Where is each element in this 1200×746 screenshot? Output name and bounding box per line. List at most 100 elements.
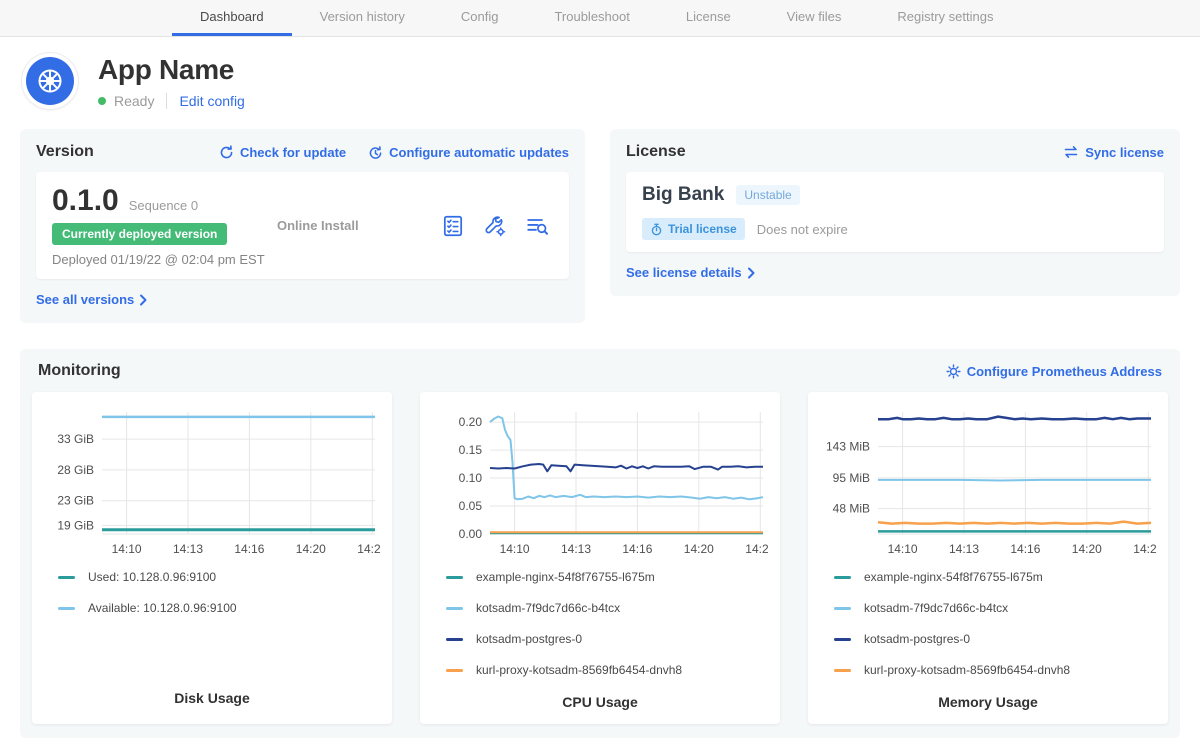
svg-text:14:13: 14:13 (949, 542, 979, 556)
license-card: License Sync license Big Bank Unstable T… (610, 129, 1180, 296)
tab-registry-settings[interactable]: Registry settings (869, 0, 1021, 36)
see-license-details-link[interactable]: See license details (626, 265, 756, 280)
svg-text:48 MiB: 48 MiB (833, 502, 870, 516)
install-type-label: Online Install (277, 218, 441, 233)
legend-item: example-nginx-54f8f76755-l675m (834, 570, 1156, 584)
see-all-versions-link[interactable]: See all versions (36, 292, 148, 307)
chart-title: Memory Usage (820, 694, 1156, 720)
legend-item: example-nginx-54f8f76755-l675m (446, 570, 768, 584)
legend-item: kotsadm-7f9dc7d66c-b4tcx (446, 601, 768, 615)
svg-text:95 MiB: 95 MiB (833, 471, 870, 485)
gear-icon (946, 364, 961, 379)
kubernetes-logo (22, 53, 78, 109)
trial-license-badge: Trial license (642, 218, 745, 240)
legend-item: kurl-proxy-kotsadm-8569fb6454-dnvh8 (446, 663, 768, 677)
preflight-checks-icon[interactable] (441, 214, 465, 238)
version-card: Version Check for update Configure autom… (20, 129, 585, 323)
chart-legend: example-nginx-54f8f76755-l675m kotsadm-7f… (432, 570, 768, 694)
tab-version-history[interactable]: Version history (292, 0, 433, 36)
svg-text:33 GiB: 33 GiB (57, 432, 94, 446)
legend-item: Used: 10.128.0.96:9100 (58, 570, 380, 584)
tab-license[interactable]: License (658, 0, 759, 36)
edit-config-tools-icon[interactable] (483, 214, 507, 238)
svg-text:0.15: 0.15 (459, 443, 483, 457)
status-label: Ready (114, 93, 154, 109)
svg-text:0.00: 0.00 (459, 527, 483, 541)
svg-text:14:16: 14:16 (1010, 542, 1040, 556)
license-heading: License (626, 143, 686, 161)
svg-text:14:20: 14:20 (296, 542, 326, 556)
svg-text:28 GiB: 28 GiB (57, 463, 94, 477)
legend-item: kotsadm-postgres-0 (446, 632, 768, 646)
page: App Name Ready Edit config Version Check… (0, 37, 1200, 738)
monitoring-section: Monitoring Configure Prometheus Address … (20, 349, 1180, 738)
cpu-usage-chart: 14:10 14:13 14:16 14:20 14:23 0.00 0.05 0.10 0.1… (420, 392, 780, 724)
svg-text:14:23: 14:23 (357, 542, 380, 556)
top-navbar: Dashboard Version history Config Troublesho… (0, 0, 1200, 37)
svg-text:0.05: 0.05 (459, 499, 483, 513)
sync-license-button[interactable]: Sync license (1063, 145, 1164, 160)
chevron-right-icon (139, 294, 148, 306)
svg-text:14:23: 14:23 (1133, 542, 1156, 556)
svg-text:14:16: 14:16 (622, 542, 652, 556)
tab-label: View files (787, 9, 842, 24)
deploy-logs-icon[interactable] (525, 214, 549, 238)
charts-row: 14:10 14:13 14:16 14:20 14:23 19 GiB 23 GiB 28 … (32, 392, 1168, 724)
status-dot (98, 97, 106, 105)
deployed-timestamp: Deployed 01/19/22 @ 02:04 pm EST (52, 252, 277, 267)
tab-troubleshoot[interactable]: Troubleshoot (526, 0, 657, 36)
check-for-update-button[interactable]: Check for update (219, 145, 346, 160)
schedule-icon (368, 145, 383, 160)
sequence-label: Sequence 0 (129, 198, 198, 213)
svg-text:0.10: 0.10 (459, 471, 483, 485)
svg-text:14:23: 14:23 (745, 542, 768, 556)
deployed-badge: Currently deployed version (52, 223, 227, 245)
divider (166, 93, 167, 109)
tab-label: Dashboard (200, 9, 264, 24)
svg-text:14:13: 14:13 (173, 542, 203, 556)
tab-label: Config (461, 9, 499, 24)
tab-view-files[interactable]: View files (759, 0, 870, 36)
svg-text:23 GiB: 23 GiB (57, 494, 94, 508)
sync-icon (1063, 145, 1079, 159)
expiry-label: Does not expire (757, 222, 848, 237)
legend-item: Available: 10.128.0.96:9100 (58, 601, 380, 615)
version-heading: Version (36, 143, 94, 161)
page-title: App Name (98, 54, 245, 86)
svg-text:14:13: 14:13 (561, 542, 591, 556)
configure-automatic-updates-button[interactable]: Configure automatic updates (368, 145, 569, 160)
legend-item: kotsadm-7f9dc7d66c-b4tcx (834, 601, 1156, 615)
tab-config[interactable]: Config (433, 0, 527, 36)
monitoring-heading: Monitoring (38, 362, 121, 380)
chart-plot[interactable]: 14:10 14:13 14:16 14:20 14:23 0.00 0.05 0.10 0.1… (432, 402, 768, 562)
chart-legend: Used: 10.128.0.96:9100 Available: 10.128.… (44, 570, 380, 632)
chevron-right-icon (747, 267, 756, 279)
channel-badge: Unstable (736, 185, 799, 205)
stopwatch-icon (650, 223, 663, 236)
tab-dashboard[interactable]: Dashboard (172, 0, 292, 36)
svg-text:14:20: 14:20 (1072, 542, 1102, 556)
chart-title: CPU Usage (432, 694, 768, 720)
legend-item: kotsadm-postgres-0 (834, 632, 1156, 646)
memory-usage-chart: 14:1014:1314:1614:2014:2348 MiB95 MiB143… (808, 392, 1168, 724)
app-header: App Name Ready Edit config (20, 37, 1180, 121)
chart-legend: example-nginx-54f8f76755-l675m kotsadm-7f… (820, 570, 1156, 694)
svg-text:14:20: 14:20 (684, 542, 714, 556)
version-number: 0.1.0 (52, 184, 119, 218)
tab-label: Troubleshoot (554, 9, 629, 24)
configure-prometheus-button[interactable]: Configure Prometheus Address (946, 364, 1162, 379)
tab-label: Registry settings (897, 9, 993, 24)
svg-text:14:10: 14:10 (500, 542, 530, 556)
svg-text:0.20: 0.20 (459, 415, 483, 429)
svg-text:19 GiB: 19 GiB (57, 518, 94, 532)
tab-label: Version history (320, 9, 405, 24)
chart-plot[interactable]: 14:1014:1314:1614:2014:2348 MiB95 MiB143… (820, 402, 1156, 562)
tab-label: License (686, 9, 731, 24)
svg-text:143 MiB: 143 MiB (826, 440, 870, 454)
svg-text:14:16: 14:16 (234, 542, 264, 556)
edit-config-link[interactable]: Edit config (179, 93, 244, 109)
legend-item: kurl-proxy-kotsadm-8569fb6454-dnvh8 (834, 663, 1156, 677)
chart-plot[interactable]: 14:10 14:13 14:16 14:20 14:23 19 GiB 23 GiB 28 … (44, 402, 380, 562)
svg-text:14:10: 14:10 (112, 542, 142, 556)
chart-title: Disk Usage (44, 690, 380, 716)
